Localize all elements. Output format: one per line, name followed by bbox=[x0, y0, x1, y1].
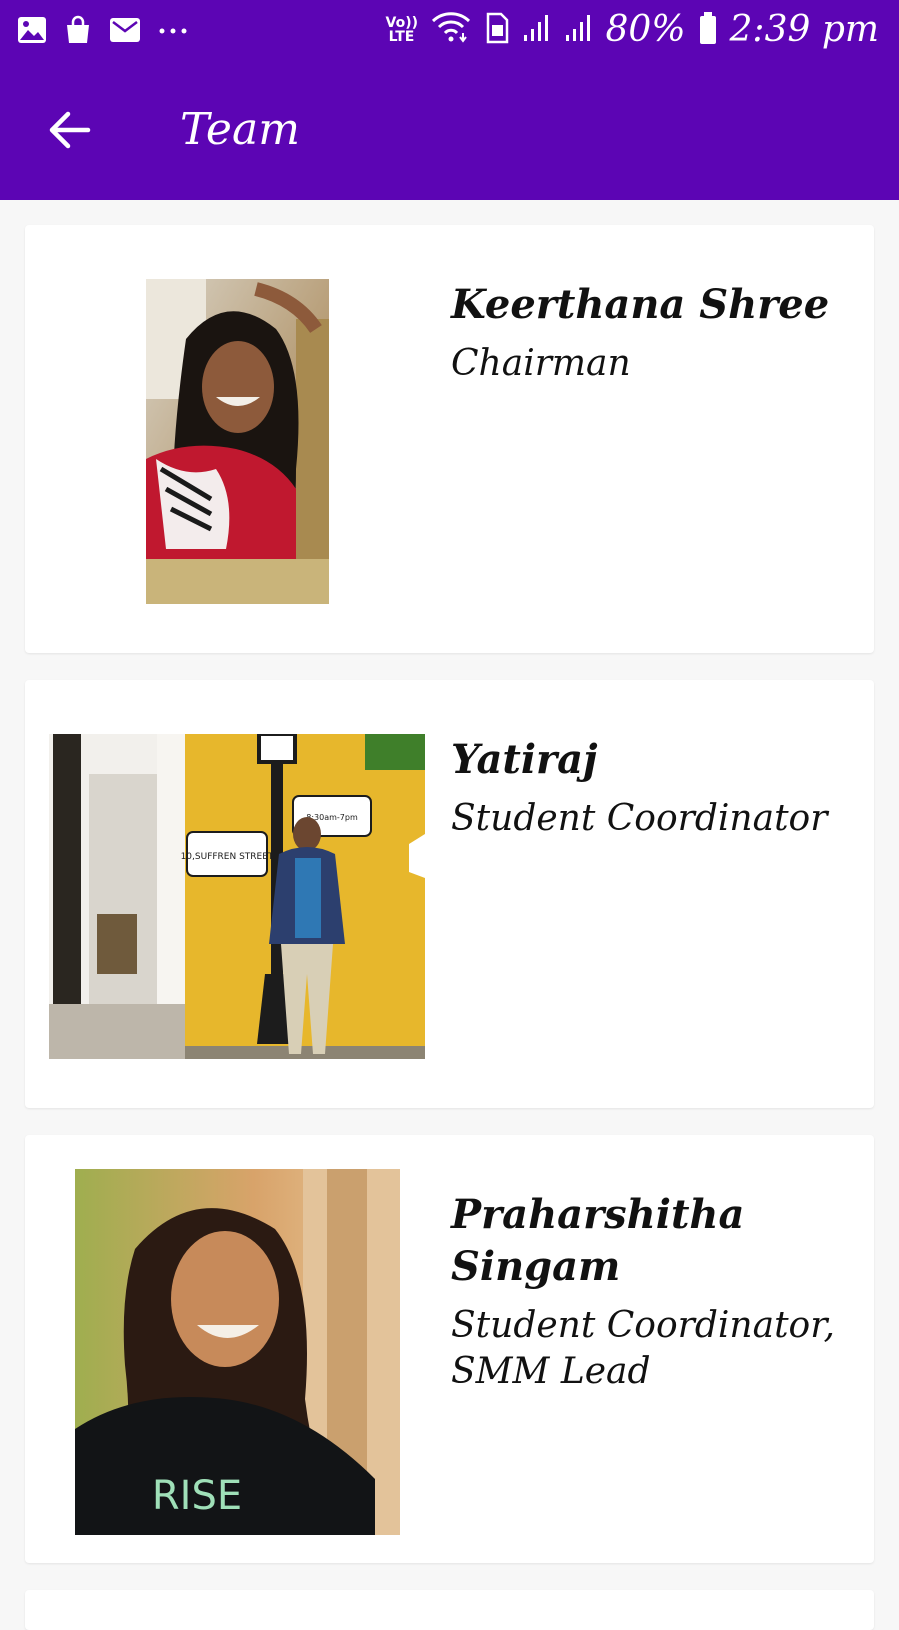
member-photo bbox=[145, 279, 329, 604]
arrow-left-icon bbox=[49, 111, 91, 149]
mail-icon bbox=[108, 15, 142, 49]
member-role: Student Coordinator, SMM Lead bbox=[451, 1305, 835, 1392]
status-system-icons: Vo)) LTE 80% 2:39 pm bbox=[386, 8, 879, 52]
team-member-card[interactable]: RISE Praharshitha Singam Student Coordin… bbox=[25, 1135, 874, 1563]
photo-slot bbox=[49, 279, 425, 609]
sim-card-icon bbox=[484, 12, 510, 48]
status-notification-icons bbox=[16, 14, 190, 50]
battery-icon bbox=[698, 11, 718, 49]
member-info: Praharshitha Singam Student Coordinator,… bbox=[451, 1189, 851, 1395]
network-label: Vo)) LTE bbox=[385, 15, 418, 45]
page-title: Team bbox=[180, 104, 300, 155]
back-button[interactable] bbox=[42, 102, 98, 158]
photo-slot: RISE bbox=[49, 1169, 425, 1539]
member-name: Keerthana Shree bbox=[451, 281, 830, 328]
street-sign-text: 10,SUFFREN STREET bbox=[181, 852, 274, 862]
signal-icon-1 bbox=[522, 13, 552, 47]
team-member-card[interactable]: Keerthana Shree Chairman bbox=[25, 225, 874, 653]
team-member-card[interactable] bbox=[25, 1590, 874, 1630]
toolbar: Team bbox=[0, 62, 899, 200]
member-photo: RISE bbox=[74, 1169, 400, 1535]
more-dots-icon bbox=[156, 15, 190, 49]
status-bar: Vo)) LTE 80% 2:39 pm bbox=[0, 0, 899, 62]
clock: 2:39 pm bbox=[729, 9, 879, 50]
signal-icon-2 bbox=[564, 13, 594, 47]
shirt-text: RISE bbox=[151, 1473, 241, 1519]
photo-slot: 10,SUFFREN STREET 8:30am-7pm bbox=[49, 734, 425, 1064]
member-photo: 10,SUFFREN STREET 8:30am-7pm bbox=[49, 734, 425, 1059]
gallery-icon bbox=[16, 15, 48, 49]
member-role: Student Coordinator bbox=[451, 798, 828, 839]
wifi-icon bbox=[430, 11, 472, 49]
battery-percent: 80% bbox=[605, 9, 686, 50]
member-role: Chairman bbox=[451, 343, 631, 384]
team-member-card[interactable]: 10,SUFFREN STREET 8:30am-7pm Yatiraj Stu… bbox=[25, 680, 874, 1108]
app-bar: Vo)) LTE 80% 2:39 pm Team bbox=[0, 0, 899, 200]
member-name: Praharshitha Singam bbox=[451, 1191, 745, 1290]
shopping-bag-icon bbox=[62, 14, 94, 50]
member-name: Yatiraj bbox=[451, 736, 598, 783]
member-info: Yatiraj Student Coordinator bbox=[451, 734, 851, 842]
member-info: Keerthana Shree Chairman bbox=[451, 279, 851, 387]
